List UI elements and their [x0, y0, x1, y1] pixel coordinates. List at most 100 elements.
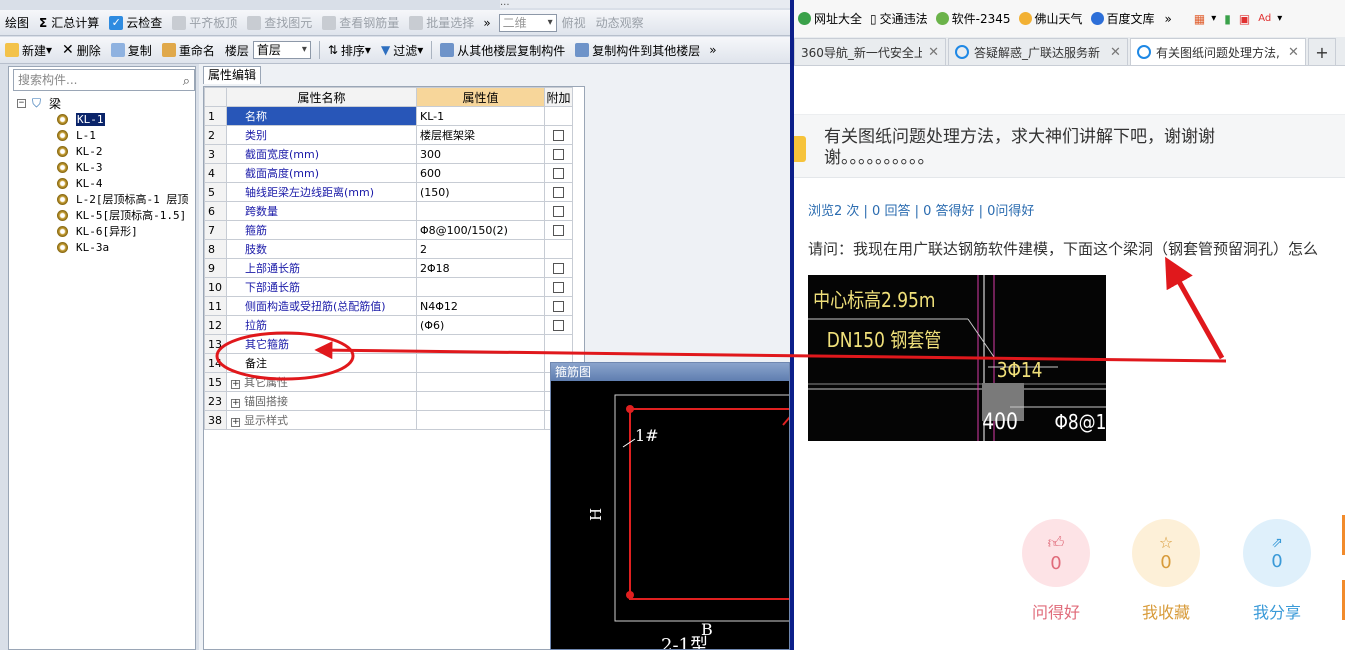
property-row[interactable]: 10 下部通长筋 [204, 277, 573, 297]
append-checkbox[interactable] [553, 225, 564, 236]
property-row[interactable]: 2 类别 楼层框架梁 [204, 125, 573, 145]
tree-item[interactable]: KL-5[层顶标高-1.5] [17, 207, 197, 223]
append-cell[interactable] [544, 125, 573, 145]
view-rebar-button[interactable]: 查看钢筋量 [317, 12, 404, 34]
append-cell[interactable] [544, 182, 573, 202]
tree-item[interactable]: KL-3a [17, 239, 197, 255]
property-row[interactable]: 6 跨数量 [204, 201, 573, 221]
property-row[interactable]: 12 拉筋 (Φ6) [204, 315, 573, 335]
close-icon[interactable]: ✕ [928, 45, 939, 60]
property-value[interactable]: 2Φ18 [416, 258, 545, 278]
property-row[interactable]: 1 名称 KL-1 [204, 106, 573, 126]
apps-icon[interactable]: ▦ [1194, 12, 1205, 26]
tree-item[interactable]: KL-2 [17, 143, 197, 159]
draw-button[interactable]: 绘图 [0, 12, 34, 34]
chevron-down-icon[interactable]: ▾ [1277, 13, 1282, 24]
close-icon[interactable]: ✕ [1110, 45, 1121, 60]
append-checkbox[interactable] [553, 149, 564, 160]
property-value[interactable]: 600 [416, 163, 545, 183]
append-checkbox[interactable] [553, 263, 564, 274]
append-cell[interactable] [544, 277, 573, 297]
append-checkbox[interactable] [553, 301, 564, 312]
append-checkbox[interactable] [553, 168, 564, 179]
bookmark-item[interactable]: ▯ 交通违法 [866, 10, 932, 27]
append-checkbox[interactable] [553, 320, 564, 331]
property-row[interactable]: 14 备注 [204, 353, 573, 373]
append-cell[interactable] [544, 315, 573, 335]
toolbar1-more[interactable]: » [479, 16, 494, 30]
cloud-check-button[interactable]: ✓ 云检查 [104, 12, 167, 34]
copy-button[interactable]: 复制 [106, 39, 157, 61]
append-cell[interactable] [544, 144, 573, 164]
append-cell[interactable] [544, 220, 573, 240]
expand-icon[interactable]: + [231, 399, 240, 408]
append-cell[interactable] [544, 201, 573, 221]
new-button[interactable]: 新建 ▾ [0, 39, 57, 61]
floor-select[interactable]: 首层 [252, 41, 311, 59]
property-group-row[interactable]: 23 + 锚固搭接 [204, 391, 573, 411]
property-row[interactable]: 9 上部通长筋 2Φ18 [204, 258, 573, 278]
bookmarks-more[interactable]: » [1159, 12, 1178, 26]
tab-glodon-qa[interactable]: 答疑解惑_广联达服务新 ✕ [948, 38, 1128, 65]
delete-button[interactable]: ✕ 删除 [57, 39, 106, 61]
tv-icon[interactable]: ▣ [1239, 12, 1250, 26]
top-view-button[interactable]: 俯视 [557, 12, 591, 34]
rename-button[interactable]: 重命名 [157, 39, 220, 61]
append-cell[interactable] [544, 163, 573, 183]
copy-from-floor-button[interactable]: 从其他楼层复制构件 [435, 39, 570, 61]
stirrup-title[interactable]: 箍筋图 [551, 363, 789, 381]
find-element-button[interactable]: 查找图元 [242, 12, 317, 34]
component-search-input[interactable]: 搜索构件... ⌕ [13, 69, 195, 91]
property-row[interactable]: 8 肢数 2 [204, 239, 573, 259]
property-value[interactable] [416, 334, 545, 354]
append-checkbox[interactable] [553, 282, 564, 293]
bookmark-item[interactable]: 佛山天气 [1015, 10, 1087, 27]
share-button[interactable]: ⇗ 0 我分享 [1243, 519, 1311, 623]
property-value[interactable] [416, 277, 545, 297]
tree-item[interactable]: L-2[层顶标高-1 层顶 [17, 191, 197, 207]
search-icon[interactable]: ⌕ [183, 72, 190, 92]
property-value[interactable]: 2 [416, 239, 545, 259]
summary-calc-button[interactable]: Σ 汇总计算 [34, 12, 104, 34]
tree-item[interactable]: KL-4 [17, 175, 197, 191]
property-group[interactable]: + 其它属性 [226, 372, 417, 392]
bookmark-item[interactable]: 百度文库 [1087, 10, 1159, 27]
batch-select-button[interactable]: 批量选择 [404, 12, 479, 34]
sort-button[interactable]: ⇅ 排序 ▾ [323, 39, 376, 61]
property-group-row[interactable]: 15 + 其它属性 [204, 372, 573, 392]
append-cell[interactable] [544, 258, 573, 278]
view-mode-select[interactable]: 二维 [498, 13, 557, 32]
property-value[interactable] [416, 353, 545, 373]
property-row[interactable]: 7 箍筋 Φ8@100/150(2) [204, 220, 573, 240]
orbit-button[interactable]: 动态观察 [591, 12, 649, 34]
toolbar2-more[interactable]: » [705, 43, 720, 57]
tab-360[interactable]: 360导航_新一代安全上网 ✕ [794, 38, 946, 65]
property-value[interactable]: KL-1 [416, 106, 545, 126]
pdf-icon[interactable]: Ad [1258, 13, 1271, 24]
property-value[interactable]: (Φ6) [416, 315, 545, 335]
copy-to-floor-button[interactable]: 复制构件到其他楼层 [570, 39, 705, 61]
tree-item[interactable]: KL-3 [17, 159, 197, 175]
expand-icon[interactable]: + [231, 418, 240, 427]
tab-property-edit[interactable]: 属性编辑 [203, 66, 262, 84]
reader-icon[interactable]: ▮ [1224, 12, 1231, 26]
bookmark-item[interactable]: 网址大全 [794, 10, 866, 27]
property-value[interactable]: Φ8@100/150(2) [416, 220, 545, 240]
tree-item[interactable]: KL-1 [17, 111, 197, 127]
filter-button[interactable]: ▼ 过滤 ▾ [376, 39, 428, 61]
tree-root[interactable]: − ⛉ 梁 [17, 95, 197, 111]
property-row[interactable]: 3 截面宽度(mm) 300 [204, 144, 573, 164]
close-icon[interactable]: ✕ [1288, 45, 1299, 60]
favorite-button[interactable]: ☆ 0 我收藏 [1132, 519, 1200, 623]
collapse-icon[interactable]: − [17, 98, 26, 108]
bookmark-item[interactable]: 软件-2345 [932, 10, 1015, 27]
question-stats[interactable]: 浏览2 次 | 0 回答 | 0 答得好 | 0问得好 [808, 200, 1034, 219]
tree-item[interactable]: L-1 [17, 127, 197, 143]
property-row[interactable]: 13 其它箍筋 [204, 334, 573, 354]
chevron-down-icon[interactable]: ▾ [1211, 13, 1216, 24]
property-group-row[interactable]: 38 + 显示样式 [204, 410, 573, 430]
property-group[interactable]: + 锚固搭接 [226, 391, 417, 411]
property-row[interactable]: 5 轴线距梁左边线距离(mm) (150) [204, 182, 573, 202]
tab-current-question[interactable]: 有关图纸问题处理方法, ✕ [1130, 38, 1306, 65]
property-value[interactable]: N4Φ12 [416, 296, 545, 316]
